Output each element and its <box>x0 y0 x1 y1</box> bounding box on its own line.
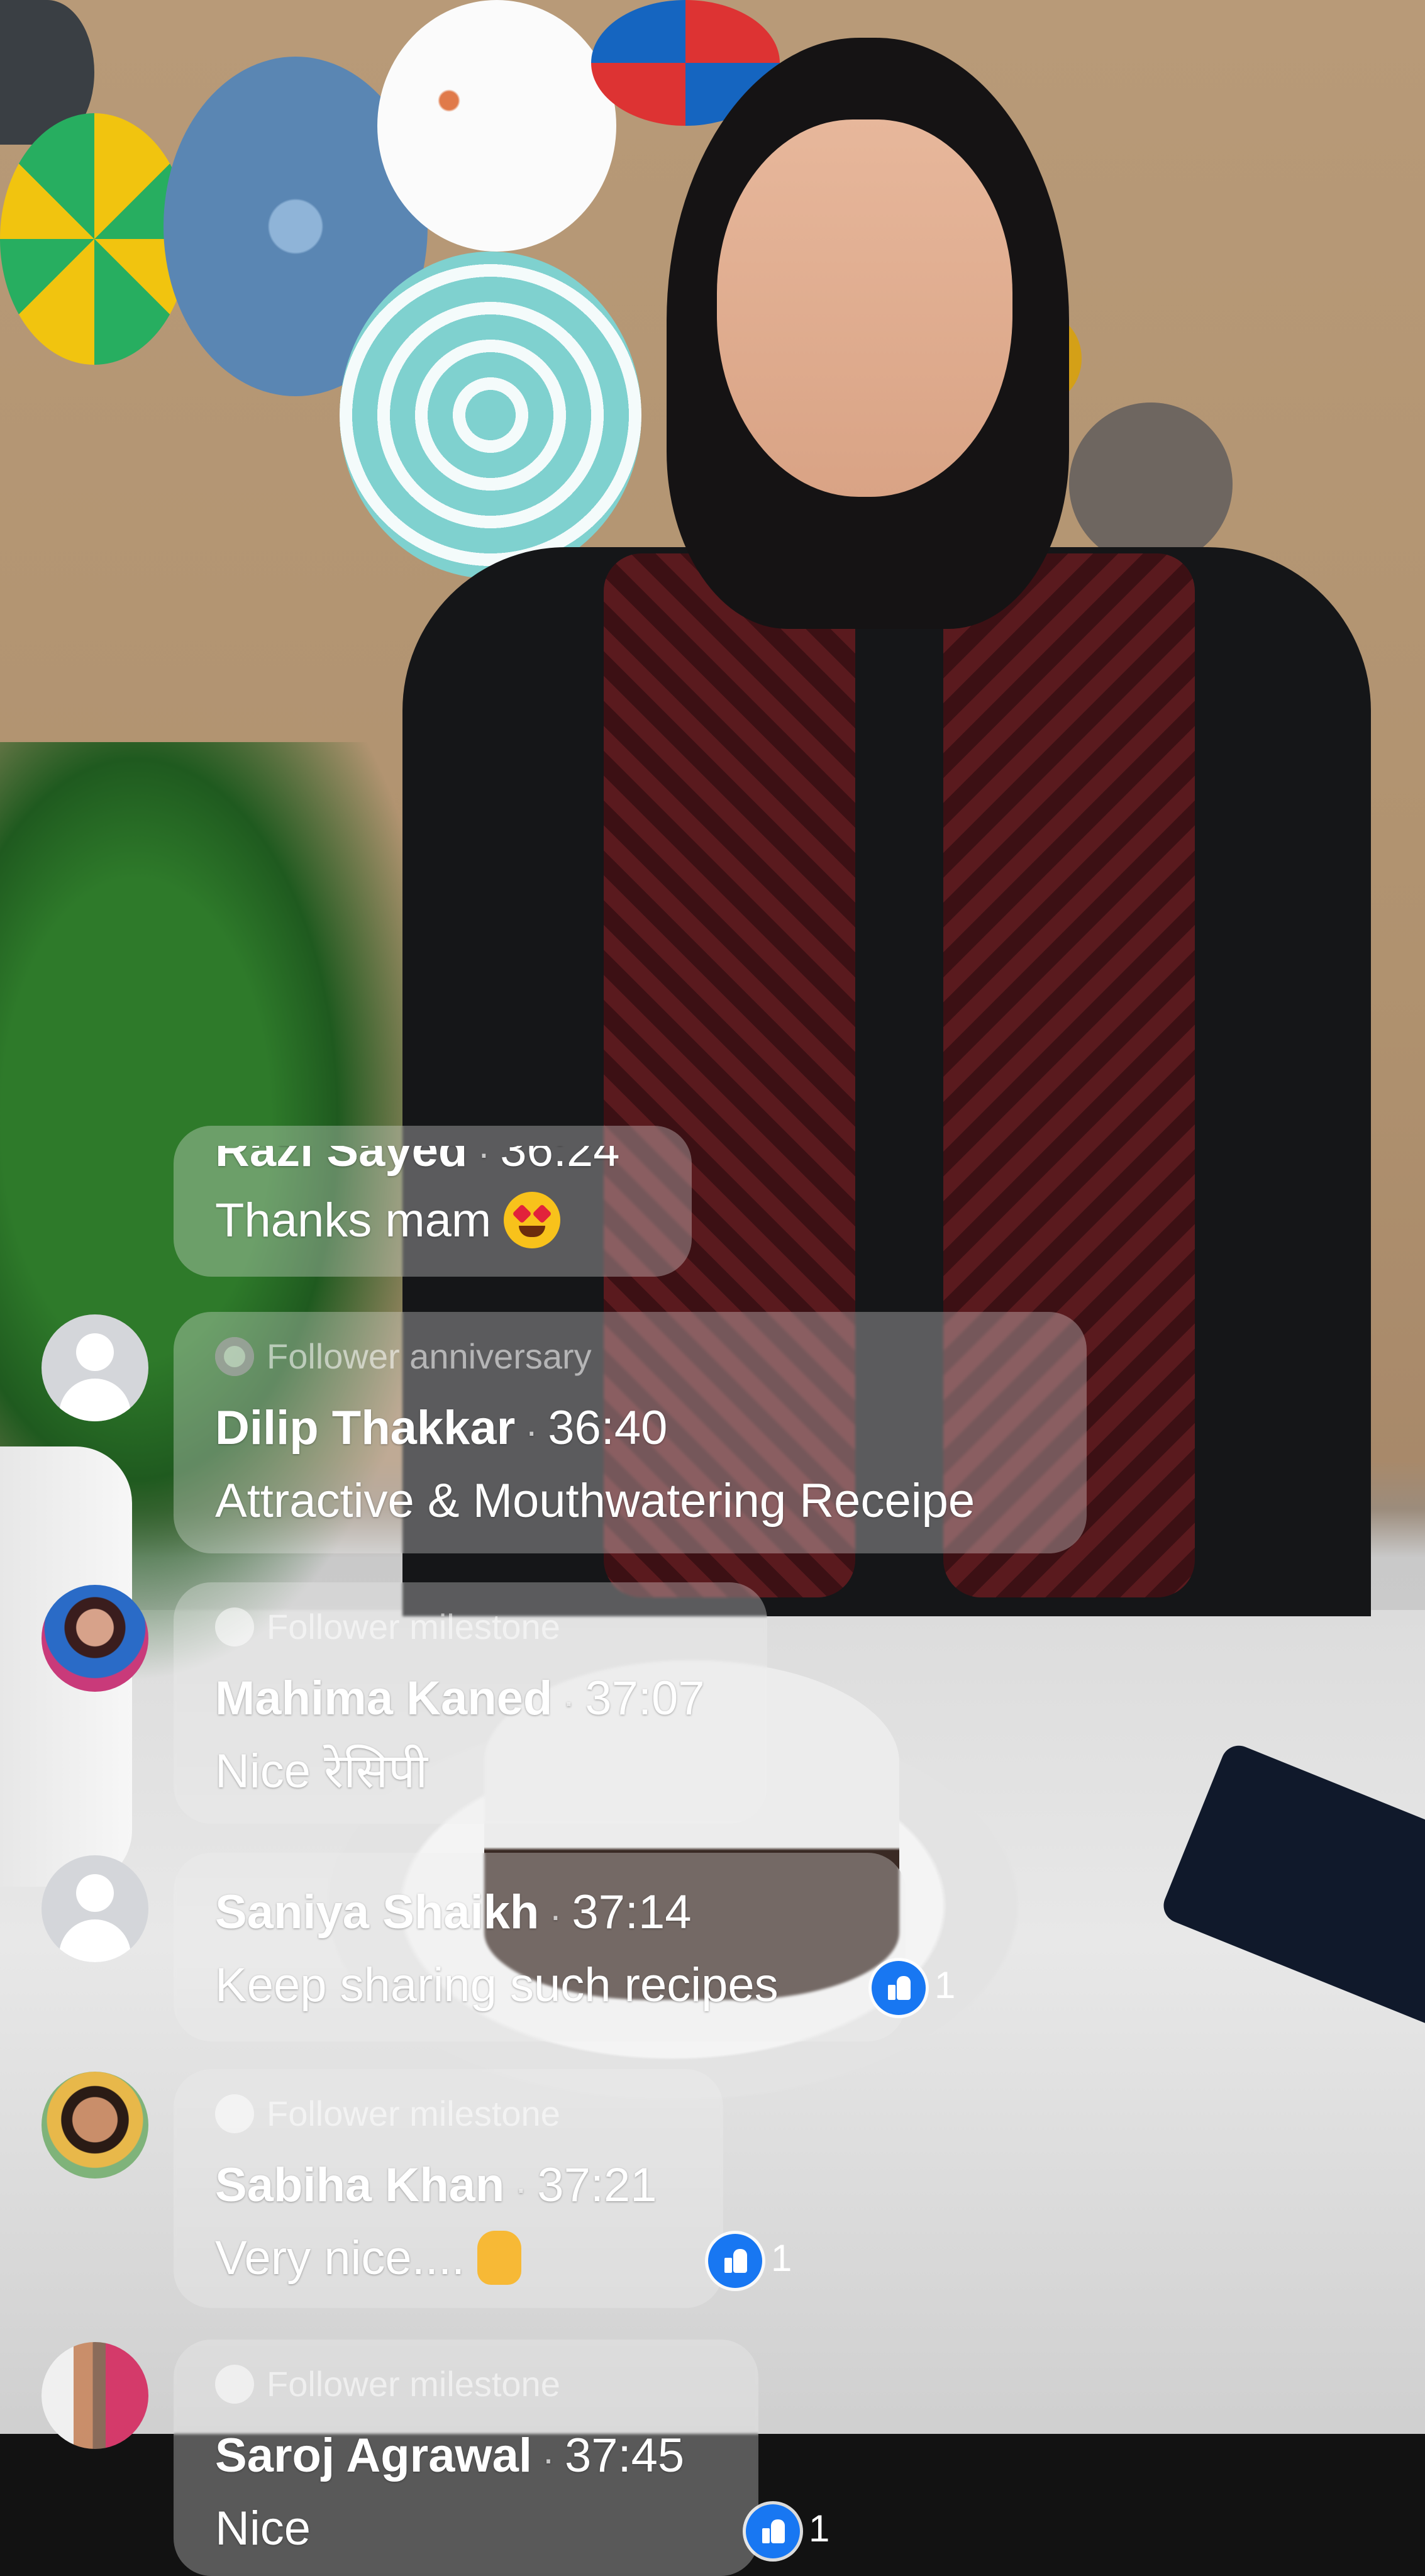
avatar[interactable] <box>42 1585 148 1692</box>
avatar[interactable] <box>42 2072 148 2179</box>
follower-badge: Follower anniversary <box>215 1335 592 1379</box>
comment-author[interactable]: Saniya Shaikh <box>215 1885 539 1939</box>
comment-time: 37:07 <box>585 1672 705 1725</box>
anniversary-badge-icon <box>215 1337 254 1377</box>
comment-time: 37:21 <box>537 2158 657 2212</box>
badge-label: Follower milestone <box>267 2094 560 2133</box>
separator-dot: · <box>514 2167 528 2209</box>
follower-badge: Follower milestone <box>215 2362 560 2406</box>
avatar[interactable] <box>42 2342 148 2449</box>
thumbs-up-emoji-icon <box>477 2230 522 2285</box>
like-reaction[interactable]: 1 <box>746 2501 830 2559</box>
comment-text: Attractive & Mouthwatering Receipe <box>215 1474 975 1528</box>
comment-text: Nice रेसिपी <box>215 1745 428 1798</box>
separator-dot: · <box>525 1409 538 1452</box>
milestone-badge-icon <box>215 1607 254 1647</box>
comment-author[interactable]: Saroj Agrawal <box>215 2429 532 2482</box>
comment-author-line: Dilip Thakkar · 36:40 <box>215 1400 667 1460</box>
comment-author-line: Mahima Kaned · 37:07 <box>215 1670 705 1730</box>
comment-time: 37:14 <box>572 1885 692 1939</box>
comment-author[interactable]: Sabiha Khan <box>215 2158 504 2212</box>
avatar[interactable] <box>42 1314 148 1421</box>
like-count: 1 <box>934 1964 956 2006</box>
heart-eyes-emoji-icon <box>504 1191 561 1248</box>
comment-text-line: Attractive & Mouthwatering Receipe <box>215 1473 975 1530</box>
like-reaction[interactable]: 1 <box>872 1957 956 2016</box>
milestone-badge-icon <box>215 2094 254 2134</box>
follower-badge: Follower milestone <box>215 1605 560 1649</box>
comment-item[interactable]: Follower milestone Mahima Kaned · 37:07 Ni… <box>0 1582 1425 1824</box>
comment-item[interactable]: Razi Sayed · 36:24 Thanks mam <box>0 1126 1425 1283</box>
like-count: 1 <box>771 2237 792 2279</box>
comment-text: Very nice.... <box>215 2231 465 2285</box>
badge-label: Follower milestone <box>267 1607 560 1646</box>
badge-label: Follower anniversary <box>267 1336 592 1376</box>
comment-time: 36:40 <box>548 1401 668 1455</box>
comment-text-line: Nice रेसिपी <box>215 1743 428 1800</box>
comment-time: 37:45 <box>565 2429 685 2482</box>
comment-author[interactable]: Dilip Thakkar <box>215 1401 515 1455</box>
separator-dot: · <box>542 2437 555 2480</box>
comment-item[interactable]: Follower milestone Saroj Agrawal · 37:45 N… <box>0 2340 1425 2576</box>
comment-item[interactable]: Follower anniversary Dilip Thakkar · 36:40… <box>0 1312 1425 1553</box>
comment-text: Keep sharing such recipes <box>215 1958 779 2012</box>
comment-text: Thanks mam <box>215 1194 492 1247</box>
live-comments-list[interactable]: Razi Sayed · 36:24 Thanks mam Follower ann… <box>0 0 1425 2576</box>
separator-dot: · <box>562 1680 575 1723</box>
comment-text-line: Very nice.... <box>215 2230 522 2289</box>
separator-dot: · <box>549 1894 562 1936</box>
comment-text: Nice <box>215 2502 311 2555</box>
like-icon <box>872 1961 926 2016</box>
like-icon <box>746 2504 800 2559</box>
comment-text-line: Nice <box>215 2501 311 2557</box>
comment-author[interactable]: Mahima Kaned <box>215 1672 552 1725</box>
like-icon <box>708 2234 762 2289</box>
like-count: 1 <box>809 2507 830 2550</box>
comment-author-line: Sabiha Khan · 37:21 <box>215 2157 657 2217</box>
comment-author-line: Saroj Agrawal · 37:45 <box>215 2428 684 2487</box>
comment-text-line: Keep sharing such recipes <box>215 1957 779 2014</box>
comment-item[interactable]: Saniya Shaikh · 37:14 Keep sharing such re… <box>0 1853 1425 2041</box>
follower-badge: Follower milestone <box>215 2092 560 2136</box>
comment-item[interactable]: Follower milestone Sabiha Khan · 37:21 Ver… <box>0 2069 1425 2308</box>
comment-author-line: Saniya Shaikh · 37:14 <box>215 1884 692 1944</box>
comment-text-line: Thanks mam <box>215 1191 561 1252</box>
like-reaction[interactable]: 1 <box>708 2230 792 2289</box>
milestone-badge-icon <box>215 2365 254 2404</box>
badge-label: Follower milestone <box>267 2364 560 2404</box>
avatar[interactable] <box>42 1855 148 1962</box>
